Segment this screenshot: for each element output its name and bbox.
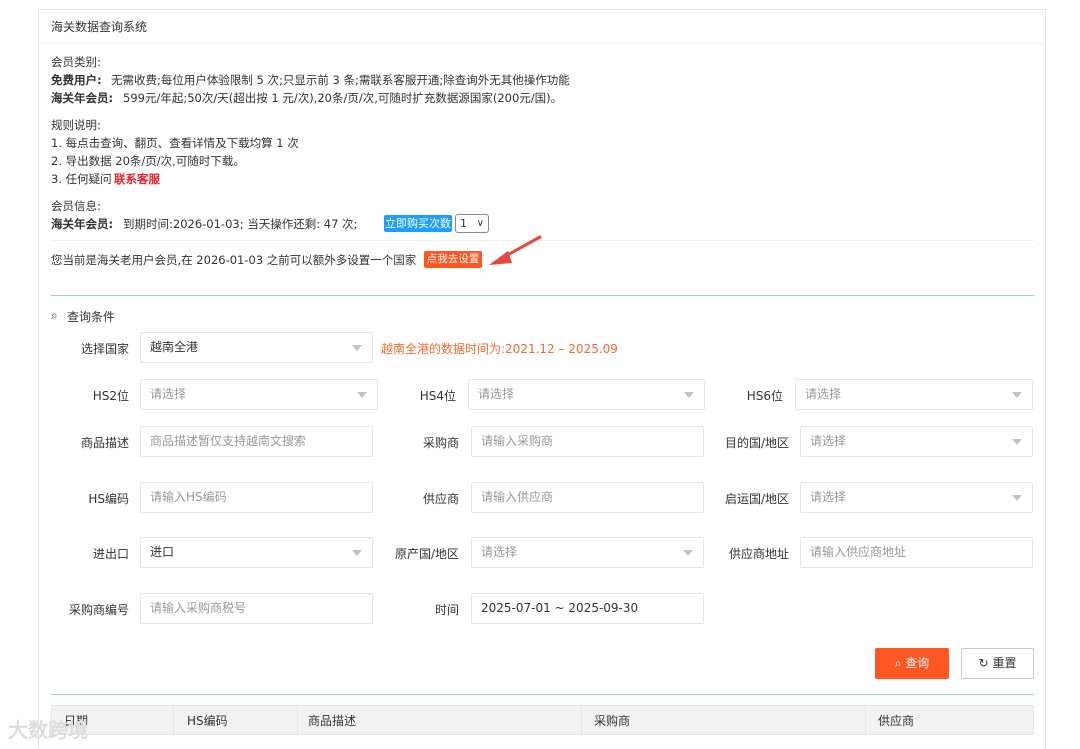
dropdown-arrow-icon — [352, 550, 362, 556]
buyer-code-input[interactable]: 请输入采购商税号 — [140, 593, 373, 624]
member-type-label: 海关年会员: — [51, 217, 114, 231]
annual-member-label: 海关年会员: — [51, 91, 114, 105]
annual-member-desc: 599元/年起;50次/天(超出按 1 元/次),20条/页/次,可随时扩充数据… — [123, 91, 563, 105]
refresh-icon: ↻ — [978, 656, 989, 670]
country-select[interactable]: 越南全港 — [140, 332, 373, 363]
watermark-text: 大数跨境 — [8, 718, 88, 742]
notice-text: 您当前是海关老用户会员,在 2026-01-03 之前可以额外多设置一个国家 — [51, 253, 417, 267]
description-label: 商品描述 — [80, 436, 129, 450]
hs6-select[interactable]: 请选择 — [795, 379, 1033, 410]
column-header-hscode: HS编码 — [187, 714, 228, 728]
destination-placeholder: 请选择 — [810, 434, 847, 448]
hs6-placeholder: 请选择 — [805, 387, 842, 401]
buyer-placeholder: 请输入采购商 — [481, 434, 554, 448]
buy-count-button[interactable]: 立即购买次数 — [384, 215, 452, 232]
country-value: 越南全港 — [150, 340, 199, 354]
hscode-placeholder: 请输入HS编码 — [150, 490, 227, 504]
go-settings-button[interactable]: 点我去设置 — [424, 251, 482, 268]
data-range-note: 越南全港的数据时间为:2021.12 – 2025.09 — [381, 342, 618, 356]
section-divider — [51, 295, 1034, 296]
destination-select[interactable]: 请选择 — [800, 426, 1033, 457]
origin-country-placeholder: 请选择 — [481, 545, 518, 559]
time-label: 时间 — [434, 603, 459, 617]
buyer-input[interactable]: 请输入采购商 — [471, 426, 704, 457]
description-input[interactable]: 商品描述暂仅支持越南文搜索 — [140, 426, 373, 457]
rule-item-2: 2. 导出数据 20条/页/次,可随时下载。 — [51, 154, 245, 168]
search-icon: ⌕ — [51, 308, 58, 322]
member-info-detail: 到期时间:2026-01-03; 当天操作还剩: 47 次; — [123, 217, 358, 231]
hs2-select[interactable]: 请选择 — [140, 379, 378, 410]
free-user-label: 免费用户: — [51, 73, 102, 87]
column-header-supplier: 供应商 — [878, 714, 915, 728]
free-user-desc: 无需收费;每位用户体验限制 5 次;只显示前 3 条;需联系客服开通;除查询外无… — [111, 73, 570, 87]
import-export-value: 进口 — [150, 545, 175, 559]
member-info-heading: 会员信息: — [51, 199, 101, 213]
import-export-select[interactable]: 进口 — [140, 537, 373, 568]
dropdown-arrow-icon — [1012, 495, 1022, 501]
column-separator — [581, 706, 582, 736]
buyer-code-label: 采购商编号 — [68, 603, 129, 617]
hs2-placeholder: 请选择 — [150, 387, 187, 401]
supplier-address-placeholder: 请输入供应商地址 — [810, 545, 907, 559]
contact-support-link[interactable]: 联系客服 — [114, 171, 160, 187]
time-range-value: 2025-07-01 ~ 2025-09-30 — [481, 601, 639, 615]
hs4-select[interactable]: 请选择 — [468, 379, 705, 410]
dropdown-arrow-icon — [1012, 392, 1022, 398]
count-select-value: 1 — [460, 217, 467, 230]
count-select[interactable]: 1 ∨ — [455, 214, 489, 233]
column-header-description: 商品描述 — [308, 714, 357, 728]
rules-heading: 规则说明: — [51, 118, 101, 132]
dropdown-arrow-icon — [352, 345, 362, 351]
hs4-placeholder: 请选择 — [478, 387, 515, 401]
results-table-header: 日期 HS编码 商品描述 采购商 供应商 — [51, 705, 1034, 736]
dropdown-arrow-icon — [1012, 439, 1022, 445]
origin-country-label: 原产国/地区 — [394, 547, 459, 561]
rule-item-3-prefix: 3. 任何疑问 — [51, 172, 112, 186]
supplier-address-label: 供应商地址 — [728, 547, 789, 561]
departure-placeholder: 请选择 — [810, 490, 847, 504]
query-section-title: 查询条件 — [67, 310, 116, 324]
search-button-label: 查询 — [905, 656, 930, 670]
hs4-label: HS4位 — [419, 389, 456, 403]
country-label: 选择国家 — [80, 342, 129, 356]
search-icon: ⌕ — [894, 656, 902, 670]
origin-country-select[interactable]: 请选择 — [471, 537, 704, 568]
hscode-input[interactable]: 请输入HS编码 — [140, 482, 373, 513]
column-separator — [297, 706, 298, 736]
watermark-logo: 大数跨境 — [8, 714, 88, 743]
supplier-input[interactable]: 请输入供应商 — [471, 482, 704, 513]
import-export-label: 进出口 — [92, 547, 129, 561]
column-header-buyer: 采购商 — [594, 714, 631, 728]
description-placeholder: 商品描述暂仅支持越南文搜索 — [150, 434, 307, 448]
search-button[interactable]: ⌕ 查询 — [875, 648, 949, 679]
departure-select[interactable]: 请选择 — [800, 482, 1033, 513]
panel-title: 海关数据查询系统 — [39, 10, 1045, 44]
column-separator — [173, 706, 174, 736]
supplier-address-input[interactable]: 请输入供应商地址 — [800, 537, 1033, 568]
hs2-label: HS2位 — [92, 389, 129, 403]
dropdown-arrow-icon — [683, 550, 693, 556]
pointer-arrow-icon — [489, 235, 542, 265]
rule-item-1: 1. 每点击查询、翻页、查看详情及下载均算 1 次 — [51, 136, 299, 150]
supplier-label: 供应商 — [422, 492, 459, 506]
table-divider — [51, 694, 1034, 695]
supplier-placeholder: 请输入供应商 — [481, 490, 554, 504]
buyer-label: 采购商 — [422, 436, 459, 450]
reset-button-label: 重置 — [992, 656, 1017, 670]
query-panel: 海关数据查询系统 会员类别: 免费用户: 无需收费;每位用户体验限制 5 次;只… — [38, 9, 1046, 749]
reset-button[interactable]: ↻ 重置 — [961, 648, 1034, 679]
time-range-input[interactable]: 2025-07-01 ~ 2025-09-30 — [471, 593, 704, 624]
hscode-label: HS编码 — [88, 492, 129, 506]
membership-heading: 会员类别: — [51, 55, 101, 69]
destination-label: 目的国/地区 — [724, 436, 789, 450]
departure-label: 启运国/地区 — [724, 492, 789, 506]
column-separator — [865, 706, 866, 736]
chevron-down-icon: ∨ — [476, 218, 484, 229]
buyer-code-placeholder: 请输入采购商税号 — [150, 601, 247, 615]
dropdown-arrow-icon — [684, 392, 694, 398]
hs6-label: HS6位 — [746, 389, 783, 403]
dropdown-arrow-icon — [357, 392, 367, 398]
